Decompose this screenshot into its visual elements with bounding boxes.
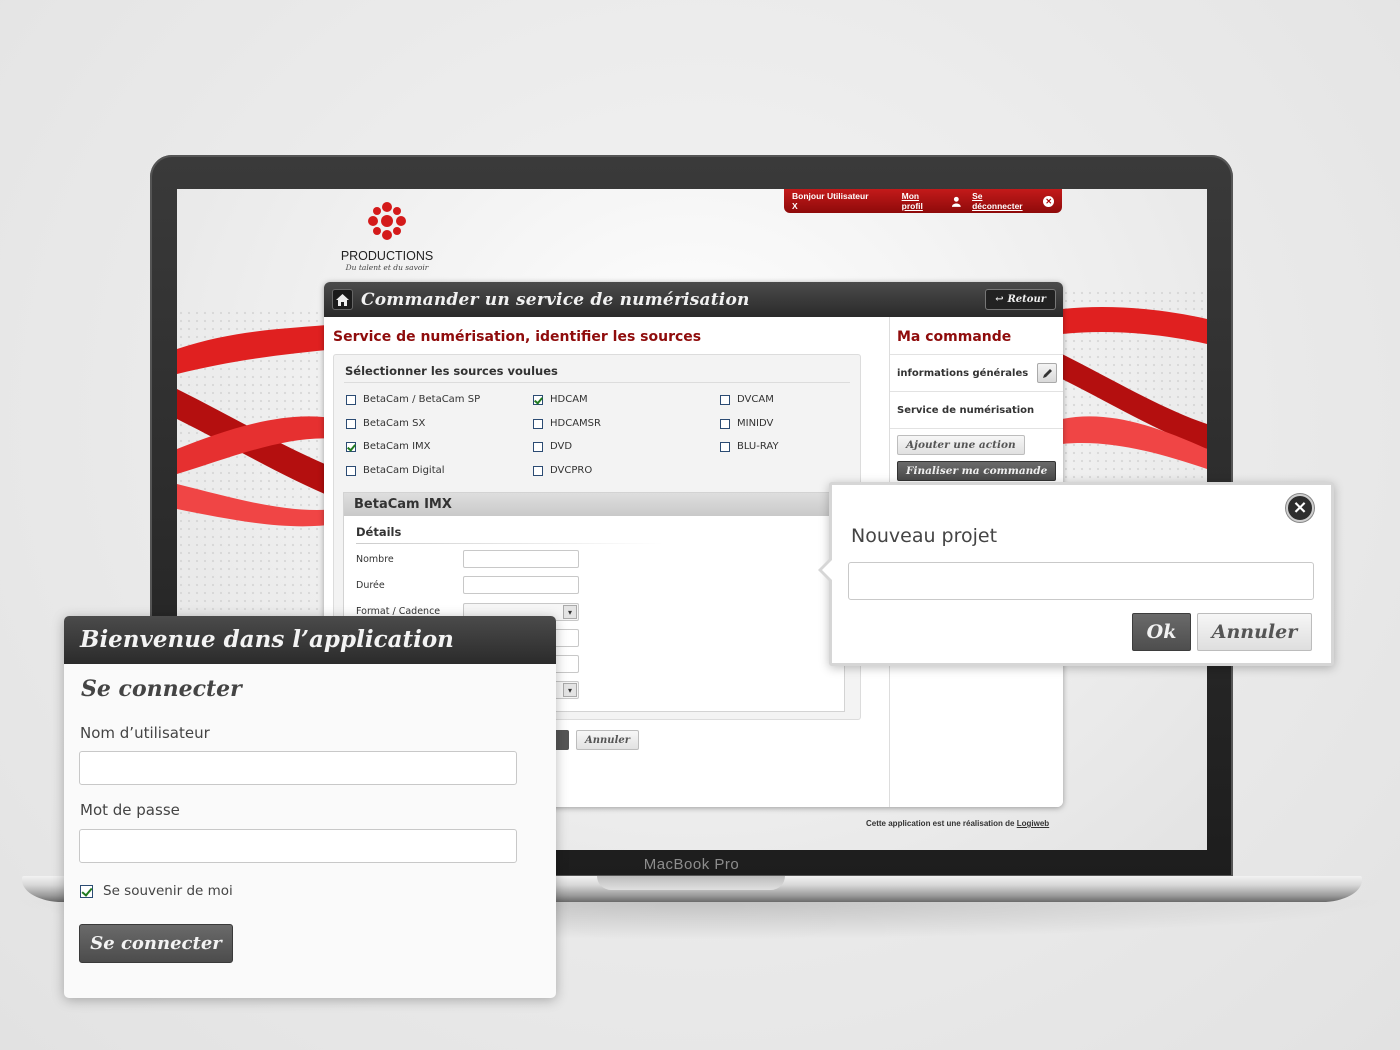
source-label: BetaCam / BetaCam SP — [363, 394, 481, 405]
login-subtitle: Se connecter — [81, 676, 242, 702]
background-ribbon-left — [177, 324, 337, 527]
logout-icon[interactable]: ✕ — [1043, 195, 1055, 207]
source-dvcam[interactable]: DVCAM — [720, 394, 774, 405]
edit-button[interactable] — [1037, 363, 1057, 383]
remember-me-label: Se souvenir de moi — [103, 883, 233, 899]
source-label: DVCAM — [737, 394, 774, 405]
source-label: BetaCam Digital — [363, 465, 445, 476]
order-row-digitization[interactable]: Service de numérisation — [890, 391, 1063, 428]
radio-canada-gem-icon — [368, 202, 406, 240]
source-label: DVCPRO — [550, 465, 593, 476]
checkbox[interactable] — [346, 418, 356, 429]
new-project-popover: × Nouveau projet Ok Annuler — [818, 482, 1334, 666]
source-betacam-digital[interactable]: BetaCam Digital — [346, 465, 445, 476]
close-icon[interactable]: × — [1286, 494, 1314, 522]
greeting-text: Bonjour Utilisateur X — [792, 191, 869, 211]
field-label-duree: Durée — [356, 580, 385, 591]
finalize-order-button[interactable]: Finaliser ma commande — [897, 461, 1057, 481]
source-betacam-sx[interactable]: BetaCam SX — [346, 418, 425, 429]
new-project-input[interactable] — [848, 562, 1314, 600]
password-label: Mot de passe — [80, 801, 180, 819]
logiweb-link[interactable]: Logiweb — [1017, 819, 1049, 828]
productions-logo[interactable]: PRODUCTIONS Du talent et du savoir — [337, 199, 437, 272]
source-hdcam[interactable]: HDCAM — [533, 394, 588, 405]
checkbox[interactable] — [720, 441, 730, 452]
login-card: Bienvenue dans l’application Se connecte… — [64, 616, 556, 998]
duree-input[interactable] — [463, 576, 579, 594]
divider — [890, 428, 1063, 429]
remember-me-checkbox[interactable] — [80, 884, 93, 898]
details-title: Détails — [356, 525, 402, 539]
username-input[interactable] — [79, 751, 517, 785]
back-arrow-icon: ↩ — [995, 294, 1004, 305]
checkbox-checked[interactable] — [346, 441, 356, 452]
new-project-label: Nouveau projet — [851, 525, 998, 547]
cancel-button[interactable]: Annuler — [576, 730, 639, 750]
order-row-general-info[interactable]: informations générales — [890, 354, 1063, 391]
checkbox[interactable] — [533, 441, 543, 452]
home-button[interactable] — [332, 289, 353, 310]
credit-text: Cette application est une réalisation de — [866, 819, 1015, 828]
chevron-down-icon: ▾ — [563, 605, 577, 619]
ok-button[interactable]: Ok — [1132, 613, 1191, 651]
cancel-button[interactable]: Annuler — [1197, 613, 1312, 651]
checkbox[interactable] — [720, 394, 730, 405]
checkbox[interactable] — [533, 418, 543, 429]
login-button[interactable]: Se connecter — [79, 924, 233, 963]
home-icon — [336, 293, 349, 306]
source-dvd[interactable]: DVD — [533, 441, 572, 452]
field-label-nombre: Nombre — [356, 554, 394, 565]
source-hdcamsr[interactable]: HDCAMSR — [533, 418, 601, 429]
source-blu-ray[interactable]: BLU-RAY — [720, 441, 779, 452]
checkbox[interactable] — [533, 465, 543, 476]
source-minidv[interactable]: MINIDV — [720, 418, 773, 429]
source-label: DVD — [550, 441, 573, 452]
back-button-label: Retour — [1007, 294, 1046, 305]
source-label: HDCAMSR — [550, 418, 601, 429]
login-header: Bienvenue dans l’application — [64, 616, 556, 664]
nombre-input[interactable] — [463, 550, 579, 568]
source-betacam-imx[interactable]: BetaCam IMX — [346, 441, 431, 452]
logo-tagline: Du talent et du savoir — [345, 263, 429, 272]
order-row-label: Service de numérisation — [897, 404, 1035, 416]
user-topbar: Bonjour Utilisateur X Mon profil Se déco… — [784, 189, 1062, 213]
section-title: Service de numérisation, identifier les … — [333, 329, 702, 345]
chevron-down-icon: ▾ — [563, 683, 577, 697]
password-input[interactable] — [79, 829, 517, 863]
source-label: BetaCam SX — [363, 418, 426, 429]
source-betacam-sp[interactable]: BetaCam / BetaCam SP — [346, 394, 480, 405]
panel-title: Commander un service de numérisation — [361, 289, 750, 310]
logo-text: PRODUCTIONS — [340, 249, 434, 263]
source-label: MINIDV — [737, 418, 774, 429]
pencil-icon — [1042, 368, 1052, 378]
logout-link[interactable]: Se déconnecter — [972, 191, 1033, 211]
laptop-notch — [597, 876, 785, 890]
detail-box-title: BetaCam IMX — [344, 493, 844, 516]
back-button[interactable]: ↩ Retour — [985, 289, 1056, 310]
sources-title: Sélectionner les sources voulues — [345, 364, 558, 378]
checkbox[interactable] — [346, 465, 356, 476]
panel-header: Commander un service de numérisation ↩ R… — [324, 282, 1063, 317]
credit-line: Cette application est une réalisation de… — [866, 819, 1049, 828]
checkbox[interactable] — [346, 394, 356, 405]
remember-me[interactable]: Se souvenir de moi — [80, 883, 233, 899]
popover-arrow — [822, 560, 832, 580]
source-label: HDCAM — [550, 394, 588, 405]
order-row-label: informations générales — [897, 367, 1029, 379]
checkbox-checked[interactable] — [533, 394, 543, 405]
divider — [344, 382, 850, 383]
order-title: Ma commande — [897, 329, 1012, 345]
profile-link[interactable]: Mon profil — [902, 191, 942, 211]
source-label: BetaCam IMX — [363, 441, 431, 452]
divider — [356, 543, 664, 544]
add-action-button[interactable]: Ajouter une action — [897, 435, 1025, 455]
source-dvcpro[interactable]: DVCPRO — [533, 465, 592, 476]
checkbox[interactable] — [720, 418, 730, 429]
user-icon — [952, 196, 962, 207]
username-label: Nom d’utilisateur — [80, 724, 210, 742]
source-label: BLU-RAY — [737, 441, 779, 452]
